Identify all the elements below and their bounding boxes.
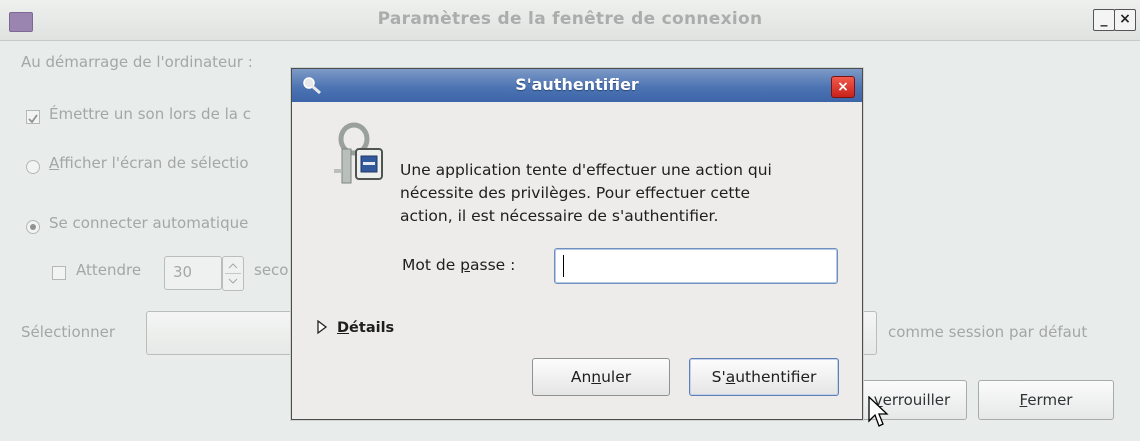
auth-dialog-titlebar[interactable]: S'authentifier ×: [292, 69, 862, 102]
wait-label: Attendre: [76, 261, 142, 279]
wait-checkbox[interactable]: [52, 266, 66, 280]
unlock-button[interactable]: verrouiller: [845, 380, 967, 420]
auth-dialog-title: S'authentifier: [515, 75, 639, 94]
mouse-cursor-icon: [868, 396, 889, 427]
window-close-button[interactable]: ×: [1114, 9, 1136, 31]
spin-chevrons-icon: [225, 263, 241, 284]
dialog-close-button[interactable]: ×: [831, 76, 855, 98]
session-combobox[interactable]: [146, 311, 308, 355]
auto-login-option-label: Se connecter automatique: [49, 214, 249, 232]
minimize-button[interactable]: _: [1093, 9, 1115, 31]
sound-checkbox[interactable]: [26, 110, 40, 124]
cancel-button[interactable]: Annuler: [532, 358, 670, 396]
select-session-label: Sélectionner: [21, 323, 116, 341]
expander-arrow-icon: [317, 319, 328, 335]
text-caret: [563, 255, 564, 277]
checkmark-icon: [28, 114, 38, 124]
auto-login-radio[interactable]: [26, 220, 40, 234]
show-screen-option-label: Afficher l'écran de sélectio: [49, 154, 249, 172]
back-window-title: Paramètres de la fenêtre de connexion: [377, 9, 763, 29]
seconds-label: seco: [254, 261, 289, 279]
details-expander[interactable]: Détails: [316, 319, 394, 336]
auth-dialog: S'authentifier × Une application tente d…: [291, 68, 863, 420]
spin-arrows-icon[interactable]: [222, 256, 244, 291]
password-label: Mot de passe :: [402, 256, 516, 274]
close-button[interactable]: Fermer: [978, 380, 1114, 420]
auth-message-line2: nécessite des privilèges. Pour effectuer…: [400, 184, 751, 202]
password-input[interactable]: [554, 248, 838, 284]
wait-seconds-value: 30: [173, 263, 193, 281]
auth-message-line3: action, il est nécessaire de s'authentif…: [400, 207, 719, 225]
sound-option-label: Émettre un son lors de la c: [49, 105, 251, 123]
startup-section-label: Au démarrage de l'ordinateur :: [21, 53, 253, 71]
wait-seconds-spinbox[interactable]: 30: [164, 256, 222, 290]
back-window-titlebar[interactable]: Paramètres de la fenêtre de connexion _ …: [0, 0, 1140, 41]
default-session-label: comme session par défaut: [888, 323, 1088, 341]
radio-dot: [30, 224, 36, 230]
show-screen-radio[interactable]: [26, 160, 40, 174]
lock-keys-icon: [334, 122, 383, 184]
authenticate-button[interactable]: S'authentifier: [689, 358, 839, 396]
auth-message-line1: Une application tente d'effectuer une ac…: [400, 161, 772, 179]
